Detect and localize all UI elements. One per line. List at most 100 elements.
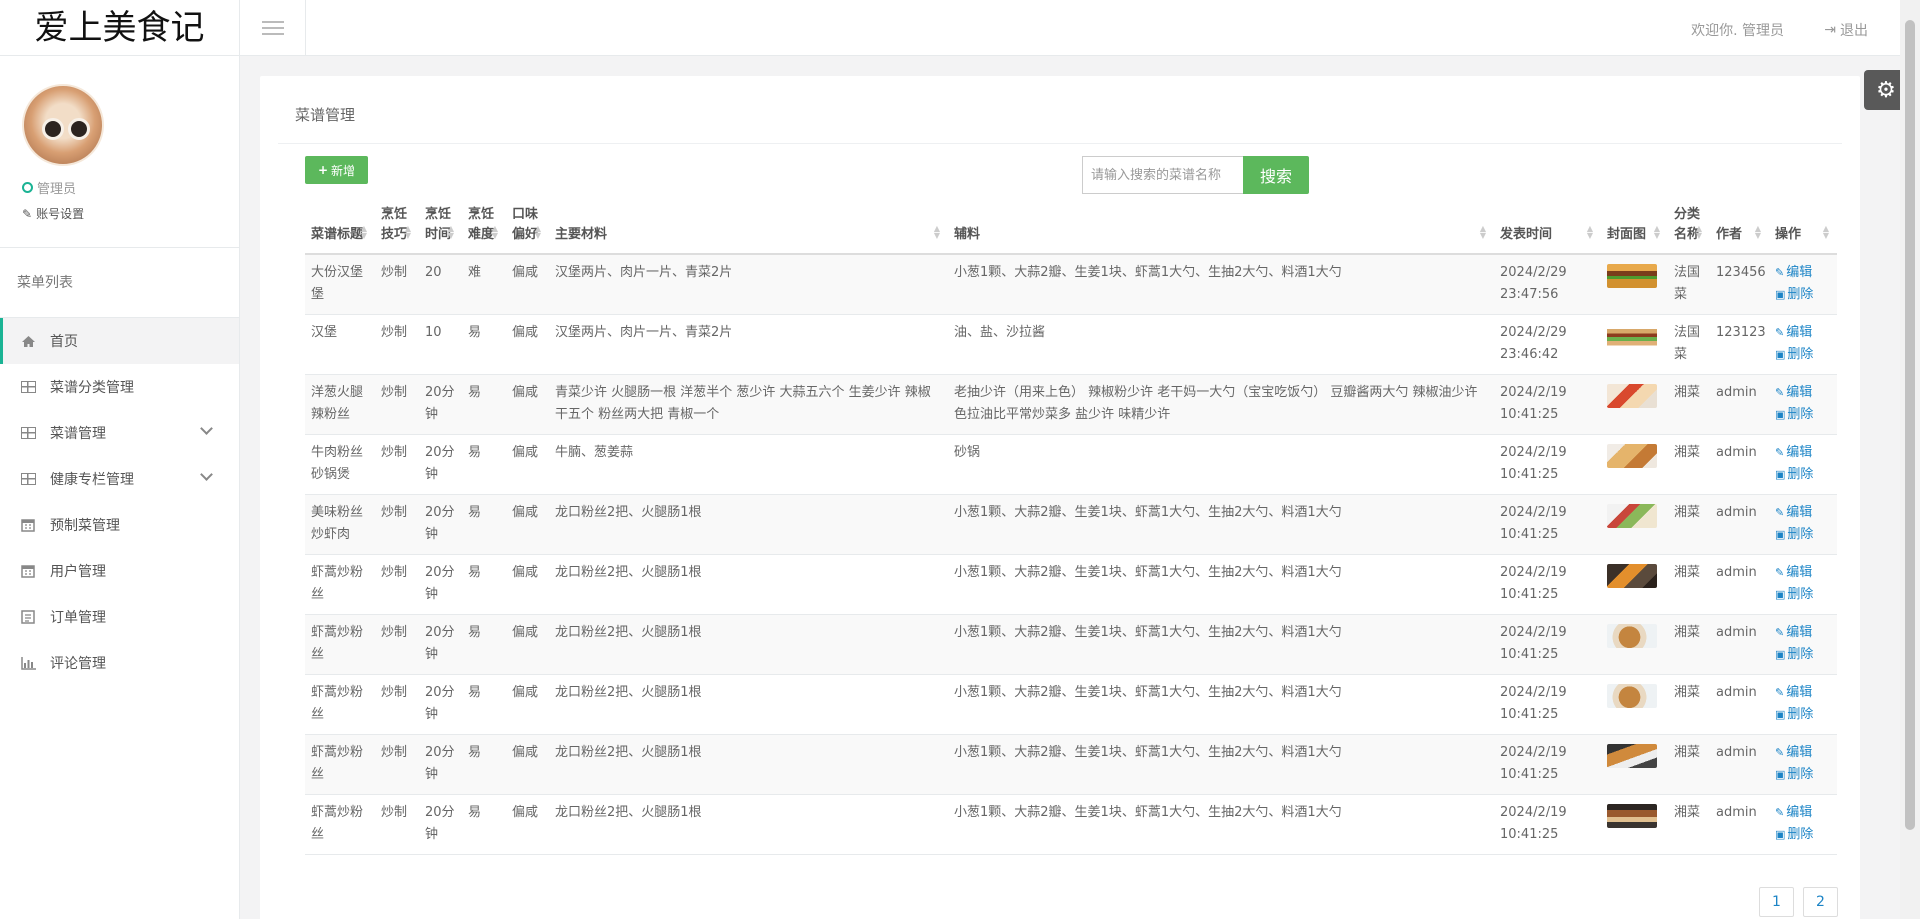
trash-icon: ▣ <box>1775 647 1786 661</box>
delete-label: 删除 <box>1787 706 1814 722</box>
edit-button[interactable]: ✎ 编辑 <box>1775 382 1831 404</box>
account-settings-link[interactable]: ✎ 账号设置 <box>22 205 239 222</box>
publish-clock: 23:47:56 <box>1500 287 1559 302</box>
column-header-6[interactable]: 辅料 ▲ ▼ <box>948 204 1494 255</box>
sort-icon: ▲ ▼ <box>1653 224 1660 240</box>
cell-aux: 小葱1颗、大蒜2瓣、生姜1块、虾蒿1大勺、生抽2大勺、料酒1大勺 <box>948 734 1494 795</box>
sidebar-item-3[interactable]: 健康专栏管理 <box>0 456 239 502</box>
table-header-row: 菜谱标题 ▲ ▼ 烹饪技巧 ▲ ▼ 烹饪时间 ▲ ▼ 烹饪难度 ▲ ▼ 口味偏好 ▲ ▼ 主要材料 ▲ ▼ 辅料 ▲ ▼… <box>305 204 1837 255</box>
cell-difficulty: 易 <box>462 794 506 855</box>
sidebar-item-5[interactable]: 用户管理 <box>0 548 239 594</box>
publish-clock: 10:41:25 <box>1500 766 1559 782</box>
cell-publish-time: 2024/2/19 10:41:25 <box>1494 614 1601 675</box>
publish-date: 2024/2/19 <box>1500 384 1567 400</box>
edit-button[interactable]: ✎ 编辑 <box>1775 802 1831 824</box>
page-button-1[interactable]: 1 <box>1759 887 1794 917</box>
table-body: 大份汉堡堡 炒制 20 难偏咸 汉堡两片、肉片一片、青菜2片 小葱1颗、大蒜2瓣、生姜1块… <box>305 254 1837 855</box>
sort-icon: ▲ ▼ <box>447 224 454 240</box>
add-recipe-button[interactable]: + 新增 <box>305 156 368 184</box>
sidebar-toggle-button[interactable] <box>240 0 306 56</box>
publish-date: 2024/2/19 <box>1500 684 1567 700</box>
column-header-10[interactable]: 作者 ▲ ▼ <box>1710 204 1769 255</box>
edit-button[interactable]: ✎ 编辑 <box>1775 742 1831 764</box>
cell-actions: ✎ 编辑 ▣ 删除 <box>1769 374 1837 435</box>
logout-link[interactable]: ⇥ 退出 <box>1824 20 1868 40</box>
cell-cover <box>1601 674 1668 735</box>
cell-technique: 炒制 <box>375 554 419 615</box>
delete-label: 删除 <box>1787 586 1814 602</box>
cover-image[interactable] <box>1607 683 1657 708</box>
cell-main: 龙口粉丝2把、火腿肠1根 <box>549 794 948 855</box>
sidebar-item-label: 菜谱分类管理 <box>50 380 134 396</box>
cell-actions: ✎ 编辑 ▣ 删除 <box>1769 434 1837 495</box>
cover-image[interactable] <box>1607 264 1657 288</box>
page-scrollbar[interactable] <box>1900 0 1920 919</box>
column-header-4[interactable]: 口味偏好 ▲ ▼ <box>506 204 549 255</box>
cover-image[interactable] <box>1607 623 1657 648</box>
cover-image[interactable] <box>1607 443 1657 468</box>
column-header-2[interactable]: 烹饪时间 ▲ ▼ <box>419 204 462 255</box>
delete-button[interactable]: ▣ 删除 <box>1775 464 1831 486</box>
search-input[interactable] <box>1082 156 1244 194</box>
sidebar-item-7[interactable]: 评论管理 <box>0 640 239 686</box>
sidebar-item-0[interactable]: 首页 <box>0 318 239 364</box>
edit-button[interactable]: ✎ 编辑 <box>1775 322 1831 344</box>
sidebar-item-6[interactable]: 订单管理 <box>0 594 239 640</box>
chevron-down-icon <box>200 468 213 481</box>
scrollbar-thumb[interactable] <box>1905 20 1915 830</box>
cell-technique: 炒制 <box>375 314 419 375</box>
cell-category: 湘菜 <box>1668 614 1710 675</box>
cover-image[interactable] <box>1607 743 1657 768</box>
column-header-8[interactable]: 封面图 ▲ ▼ <box>1601 204 1668 255</box>
page-button-2[interactable]: 2 <box>1803 887 1838 917</box>
edit-button[interactable]: ✎ 编辑 <box>1775 562 1831 584</box>
cell-title: 虾蒿炒粉丝 <box>305 554 375 615</box>
cell-difficulty: 易 <box>462 614 506 675</box>
edit-button[interactable]: ✎ 编辑 <box>1775 502 1831 524</box>
delete-button[interactable]: ▣ 删除 <box>1775 644 1831 666</box>
column-header-5[interactable]: 主要材料 ▲ ▼ <box>549 204 948 255</box>
column-header-1[interactable]: 烹饪技巧 ▲ ▼ <box>375 204 419 255</box>
sidebar-item-4[interactable]: 预制菜管理 <box>0 502 239 548</box>
cell-taste: 偏咸 <box>506 314 549 375</box>
delete-button[interactable]: ▣ 删除 <box>1775 764 1831 786</box>
column-header-0[interactable]: 菜谱标题 ▲ ▼ <box>305 204 375 255</box>
cell-cover <box>1601 734 1668 795</box>
delete-button[interactable]: ▣ 删除 <box>1775 584 1831 606</box>
column-header-9[interactable]: 分类名称 ▲ ▼ <box>1668 204 1710 255</box>
column-header-3[interactable]: 烹饪难度 ▲ ▼ <box>462 204 506 255</box>
cell-technique: 炒制 <box>375 674 419 735</box>
publish-date: 2024/2/19 <box>1500 504 1567 520</box>
sidebar-item-1[interactable]: 菜谱分类管理 <box>0 364 239 410</box>
publish-clock: 10:41:25 <box>1500 586 1559 602</box>
delete-button[interactable]: ▣ 删除 <box>1775 704 1831 726</box>
sort-icon: ▲ ▼ <box>534 224 541 240</box>
column-header-11[interactable]: 操作 ▲ ▼ <box>1769 204 1837 255</box>
cover-image[interactable] <box>1607 803 1657 828</box>
delete-button[interactable]: ▣ 删除 <box>1775 284 1831 306</box>
cover-image[interactable] <box>1607 563 1657 588</box>
cell-cover <box>1601 554 1668 615</box>
delete-button[interactable]: ▣ 删除 <box>1775 404 1831 426</box>
cover-image[interactable] <box>1607 503 1657 528</box>
pencil-icon: ✎ <box>1775 445 1785 459</box>
cell-technique: 炒制 <box>375 494 419 555</box>
delete-button[interactable]: ▣ 删除 <box>1775 524 1831 546</box>
cell-technique: 炒制 <box>375 614 419 675</box>
edit-button[interactable]: ✎ 编辑 <box>1775 622 1831 644</box>
edit-label: 编辑 <box>1786 624 1813 640</box>
avatar[interactable] <box>22 84 104 166</box>
search-button[interactable]: 搜索 <box>1243 156 1309 194</box>
edit-button[interactable]: ✎ 编辑 <box>1775 682 1831 704</box>
publish-date: 2024/2/19 <box>1500 564 1567 580</box>
cover-image[interactable] <box>1607 383 1657 408</box>
delete-label: 删除 <box>1787 346 1814 362</box>
column-header-7[interactable]: 发表时间 ▲ ▼ <box>1494 204 1601 255</box>
sidebar-item-2[interactable]: 菜谱管理 <box>0 410 239 456</box>
cover-image[interactable] <box>1607 323 1657 348</box>
edit-button[interactable]: ✎ 编辑 <box>1775 442 1831 464</box>
edit-button[interactable]: ✎ 编辑 <box>1775 262 1831 284</box>
app-logo[interactable]: 爱上美食记 <box>0 0 239 56</box>
delete-button[interactable]: ▣ 删除 <box>1775 824 1831 846</box>
delete-button[interactable]: ▣ 删除 <box>1775 344 1831 366</box>
